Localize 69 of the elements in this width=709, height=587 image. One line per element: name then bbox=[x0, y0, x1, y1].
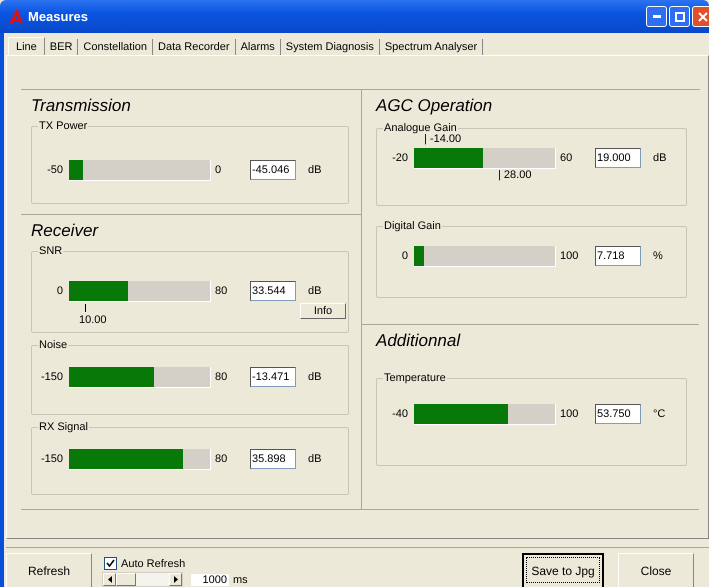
value-field[interactable]: 19.000 bbox=[595, 148, 641, 168]
max-label: 100 bbox=[559, 250, 580, 262]
value-field[interactable]: 53.750 bbox=[595, 404, 641, 424]
tab[interactable]: Line bbox=[8, 37, 45, 56]
section-title: Additionnal bbox=[376, 331, 460, 351]
marker-label: | -14.00 bbox=[424, 133, 462, 145]
unit-label: % bbox=[653, 250, 663, 262]
maximize-icon bbox=[674, 12, 684, 22]
group-label: RX Signal bbox=[38, 421, 89, 433]
tab[interactable]: System Diagnosis bbox=[280, 39, 380, 55]
unit-label: dB bbox=[308, 371, 322, 383]
max-label: 80 bbox=[214, 371, 228, 383]
tab[interactable]: Constellation bbox=[78, 39, 154, 55]
value-field[interactable]: -45.046 bbox=[250, 160, 296, 180]
section-title: Transmission bbox=[31, 96, 131, 116]
group-label: Temperature bbox=[383, 372, 447, 384]
group-label: TX Power bbox=[38, 120, 88, 132]
value-field[interactable]: 33.544 bbox=[250, 281, 296, 301]
close-button[interactable]: Close bbox=[618, 553, 694, 587]
tab[interactable]: Alarms bbox=[236, 39, 281, 55]
min-label: -150 bbox=[40, 453, 64, 465]
maximize-button[interactable] bbox=[669, 6, 690, 27]
min-label: -50 bbox=[46, 164, 64, 176]
tab[interactable]: Spectrum Analyser bbox=[380, 39, 484, 55]
scroll-thumb[interactable] bbox=[116, 573, 136, 586]
tab[interactable]: BER bbox=[44, 39, 78, 55]
save-button[interactable]: Save to Jpg bbox=[522, 553, 604, 587]
group-label: SNR bbox=[38, 245, 64, 257]
max-label: 60 bbox=[559, 152, 574, 164]
close-icon bbox=[698, 12, 708, 22]
max-label: 80 bbox=[214, 285, 228, 297]
unit-label: °C bbox=[653, 408, 666, 420]
group-label: Digital Gain bbox=[383, 220, 442, 232]
interval-field[interactable]: 1000 bbox=[191, 574, 229, 586]
unit-label: ms bbox=[233, 574, 248, 586]
close-button[interactable] bbox=[692, 6, 709, 27]
max-label: 0 bbox=[214, 164, 222, 176]
minimize-icon bbox=[652, 15, 660, 18]
value-field[interactable]: 35.898 bbox=[250, 449, 296, 469]
right-arrow-icon bbox=[174, 576, 178, 583]
interval-scrollbar[interactable] bbox=[102, 572, 183, 587]
unit-label: dB bbox=[308, 164, 322, 176]
left-arrow-icon bbox=[108, 576, 112, 583]
value-field[interactable]: 7.718 bbox=[595, 246, 641, 266]
window-title: Measures bbox=[28, 9, 88, 24]
max-label: 80 bbox=[214, 453, 228, 465]
unit-label: dB bbox=[308, 285, 322, 297]
group-label: Noise bbox=[38, 339, 68, 351]
section-title: AGC Operation bbox=[376, 96, 492, 116]
min-label: 0 bbox=[400, 250, 409, 262]
max-label: 100 bbox=[559, 408, 580, 420]
min-label: -20 bbox=[391, 152, 409, 164]
marker-label: 10.00 bbox=[79, 304, 107, 326]
refresh-button[interactable]: Refresh bbox=[6, 553, 92, 587]
tab[interactable]: Data Recorder bbox=[153, 39, 236, 55]
min-label: -40 bbox=[391, 408, 409, 420]
unit-label: dB bbox=[653, 152, 666, 164]
marker-label: | 28.00 bbox=[498, 169, 532, 181]
info-button[interactable]: Info bbox=[300, 303, 346, 319]
unit-label: dB bbox=[308, 453, 322, 465]
group-label: Analogue Gain bbox=[383, 122, 458, 134]
check-icon bbox=[106, 559, 115, 568]
min-label: 0 bbox=[56, 285, 64, 297]
value-field[interactable]: -13.471 bbox=[250, 367, 296, 387]
auto-refresh-checkbox[interactable]: Auto Refresh bbox=[102, 557, 522, 570]
minimize-button[interactable] bbox=[646, 6, 667, 27]
app-logo-icon bbox=[8, 8, 24, 24]
section-title: Receiver bbox=[31, 221, 98, 241]
min-label: -150 bbox=[40, 371, 64, 383]
